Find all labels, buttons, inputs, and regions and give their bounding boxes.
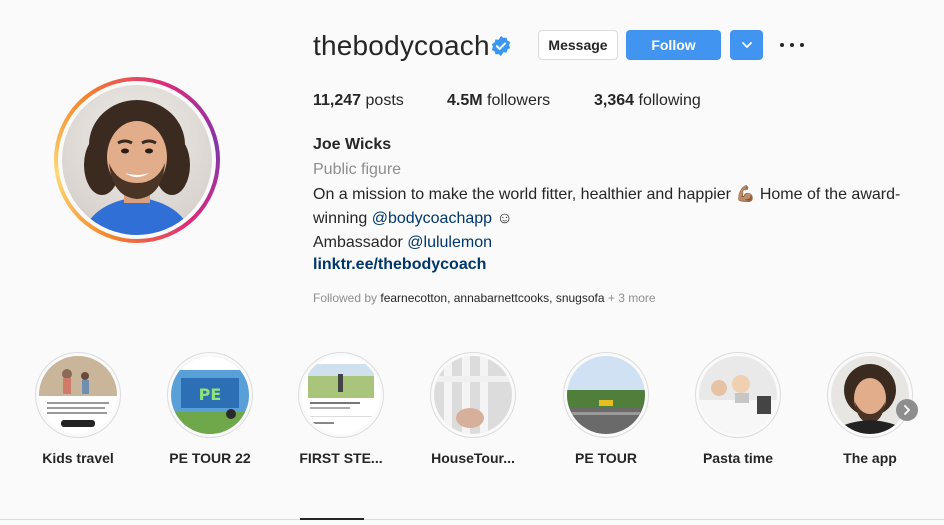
pe-tour-cover-image: [567, 356, 645, 434]
highlight-cover-ring: PE: [167, 352, 253, 438]
profile-avatar[interactable]: [62, 85, 212, 235]
profile-avatar-ring[interactable]: [54, 77, 220, 243]
highlights-next-button[interactable]: [896, 399, 918, 421]
following-count: 3,364: [594, 92, 635, 109]
smiley-emoji: ☺: [492, 210, 513, 227]
profile-website-link[interactable]: linktr.ee/thebodycoach: [313, 256, 486, 274]
profile-avatar-frame: [58, 81, 216, 239]
the-app-cover-image: [831, 356, 909, 434]
tabs-divider: [0, 519, 944, 520]
followed-by-users: fearnecotton, annabarnettcooks, snugsofa: [380, 291, 605, 305]
highlight-cover-ring: [827, 352, 913, 438]
highlight-pe-tour[interactable]: PE TOUR: [556, 352, 656, 466]
highlight-first-steps[interactable]: FIRST STE...: [291, 352, 391, 466]
first-steps-cover-image: [302, 356, 380, 434]
mention-bodycoachapp-link[interactable]: @bodycoachapp: [372, 210, 492, 227]
more-options-icon[interactable]: [780, 37, 804, 53]
highlight-label: HouseTour...: [431, 450, 515, 466]
pe-tour-22-cover-image: PE: [171, 356, 249, 434]
svg-text:PE: PE: [199, 385, 222, 404]
highlight-cover-ring: [298, 352, 384, 438]
highlight-kids-travel[interactable]: Kids travel: [28, 352, 128, 466]
highlight-label: Kids travel: [42, 450, 114, 466]
highlight-cover-image: PE: [171, 356, 249, 434]
highlight-cover-image: [434, 356, 512, 434]
highlight-cover-ring: [563, 352, 649, 438]
kids-travel-cover-image: [39, 356, 117, 434]
highlight-cover-image: [699, 356, 777, 434]
highlight-label: Pasta time: [702, 450, 774, 466]
story-highlights-row: Kids travel PE PE TOUR 22 FIRST STE... H…: [0, 352, 944, 472]
highlight-label: The app: [843, 450, 897, 466]
highlight-cover-image: [302, 356, 380, 434]
active-tab-indicator: [300, 518, 364, 520]
highlight-cover-ring: [430, 352, 516, 438]
followers-stat[interactable]: 4.5M followers: [447, 92, 550, 110]
highlight-label: PE TOUR 22: [169, 450, 251, 466]
dot: [800, 43, 804, 47]
followers-count: 4.5M: [447, 92, 483, 109]
chevron-down-icon: [741, 42, 752, 48]
highlight-pe-tour-22[interactable]: PE PE TOUR 22: [160, 352, 260, 466]
followers-label: followers: [487, 92, 551, 109]
avatar-portrait-image: [82, 100, 192, 235]
highlight-cover-ring: [695, 352, 781, 438]
house-tour-cover-image: [434, 356, 512, 434]
verified-badge-icon: [491, 35, 511, 57]
posts-label: posts: [365, 92, 404, 109]
followed-by-prefix: Followed by: [313, 291, 381, 305]
pasta-time-cover-image: [699, 356, 777, 434]
following-label: following: [638, 92, 701, 109]
follow-button[interactable]: Follow: [626, 30, 721, 60]
dot: [780, 43, 784, 47]
highlight-cover-image: [831, 356, 909, 434]
followed-by-more: + 3 more: [604, 291, 656, 305]
posts-stat: 11,247 posts: [313, 92, 404, 110]
profile-full-name: Joe Wicks: [313, 136, 392, 153]
highlight-cover-ring: [35, 352, 121, 438]
highlight-house-tour[interactable]: HouseTour...: [423, 352, 523, 466]
chevron-right-icon: [904, 405, 910, 415]
flexed-bicep-emoji: 💪🏽: [735, 186, 756, 203]
mention-lululemon-link[interactable]: @lululemon: [407, 234, 492, 251]
highlight-pasta-time[interactable]: Pasta time: [688, 352, 788, 466]
profile-username: thebodycoach: [313, 30, 490, 61]
following-stat[interactable]: 3,364 following: [594, 92, 701, 110]
followed-by-line[interactable]: Followed by fearnecotton, annabarnettcoo…: [313, 291, 656, 305]
bio-text-segment: On a mission to make the world fitter, h…: [313, 186, 736, 203]
profile-bio: On a mission to make the world fitter, h…: [313, 183, 913, 255]
highlight-cover-image: [567, 356, 645, 434]
highlight-label: PE TOUR: [575, 450, 637, 466]
dot: [790, 43, 794, 47]
posts-count: 11,247: [313, 92, 362, 109]
profile-category: Public figure: [313, 161, 402, 178]
highlight-cover-image: [39, 356, 117, 434]
message-button[interactable]: Message: [538, 30, 618, 60]
bio-text-segment: Ambassador: [313, 234, 408, 251]
suggested-accounts-dropdown-button[interactable]: [730, 30, 763, 60]
highlight-label: FIRST STE...: [299, 450, 383, 466]
